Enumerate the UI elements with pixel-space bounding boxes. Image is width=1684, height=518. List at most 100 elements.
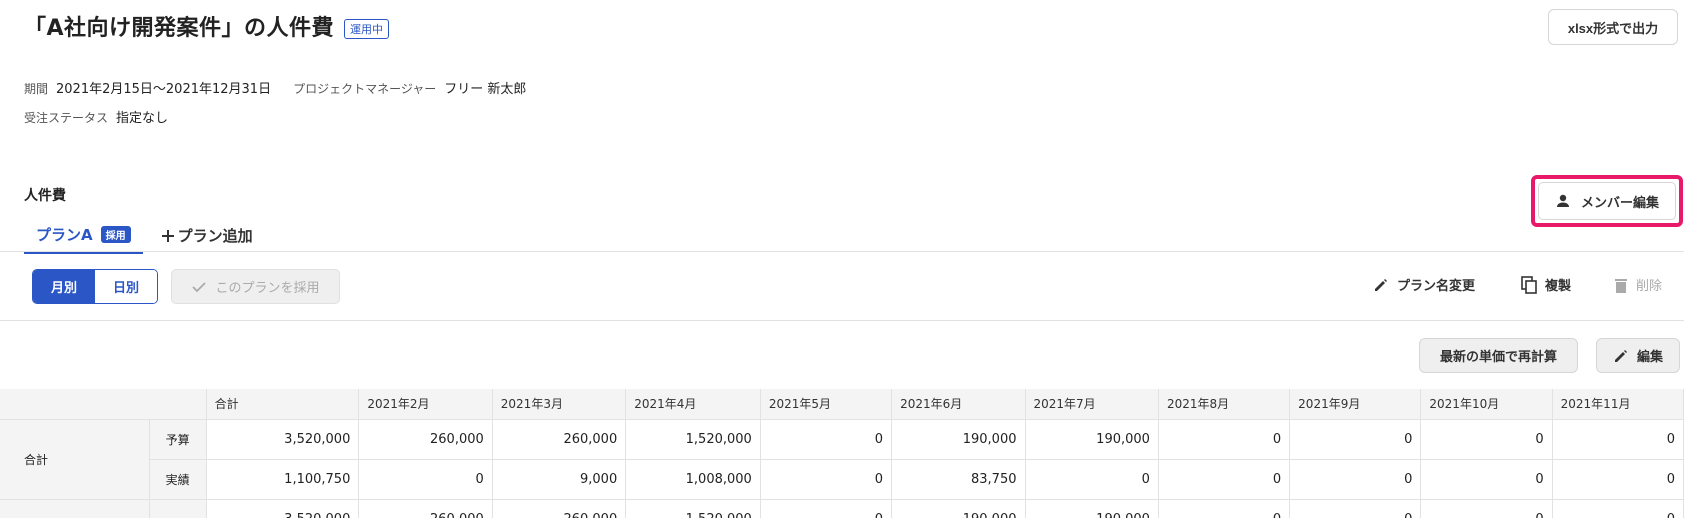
add-plan-label: プラン追加 xyxy=(177,227,253,245)
page-title: 「A社向け開発案件」の人件費 xyxy=(24,16,335,41)
table-row: 実績 1,100,750 0 9,000 1,008,000 0 83,750 … xyxy=(0,459,1684,500)
column-header: 2021年2月 xyxy=(358,389,493,420)
table-row: 合計 予算 3,520,000 260,000 260,000 1,520,00… xyxy=(0,419,1684,500)
table-cell: 1,520,000 xyxy=(625,499,761,518)
row-label xyxy=(149,499,207,518)
edit-button[interactable]: 編集 xyxy=(1596,338,1680,373)
edit-label: 編集 xyxy=(1636,349,1663,364)
table-cell: 9,000 xyxy=(492,459,627,500)
row-group-label xyxy=(0,499,150,518)
order-status-value: 指定なし xyxy=(116,111,169,126)
tab-add-plan[interactable]: プラン追加 xyxy=(161,221,253,254)
table-cell: 1,520,000 xyxy=(625,419,761,460)
table-cell: 3,520,000 xyxy=(206,499,360,518)
table-cell: 3,520,000 xyxy=(206,419,360,460)
table-row: 3,520,000 260,000 260,000 1,520,000 0 19… xyxy=(0,499,1684,518)
adopted-badge: 採用 xyxy=(100,226,131,243)
adopt-plan-button[interactable]: このプランを採用 xyxy=(171,269,340,304)
table-cell: 190,000 xyxy=(891,419,1026,460)
delete-label: 削除 xyxy=(1636,279,1663,294)
cost-table: 合計 2021年2月 2021年3月 2021年4月 2021年5月 2021年… xyxy=(0,389,1684,518)
pencil-icon xyxy=(1613,348,1629,364)
table-cell: 0 xyxy=(358,459,493,500)
table-cell: 83,750 xyxy=(891,459,1026,500)
table-cell: 260,000 xyxy=(492,499,627,518)
table-cell: 0 xyxy=(1289,499,1422,518)
tab-plan-a[interactable]: プランA 採用 xyxy=(24,220,143,254)
order-status-label: 受注ステータス xyxy=(24,111,109,125)
delete-button[interactable]: 削除 xyxy=(1614,275,1662,294)
view-toggle: 月別 日別 xyxy=(32,269,158,304)
copy-icon xyxy=(1521,275,1537,294)
plan-tabs: プランA 採用 プラン追加 xyxy=(24,220,253,254)
table-cell: 260,000 xyxy=(492,419,627,460)
row-group-label: 合計 xyxy=(0,419,150,500)
export-xlsx-button[interactable]: xlsx形式で出力 xyxy=(1548,9,1678,45)
table-cell: 1,008,000 xyxy=(625,459,761,500)
tabs-divider xyxy=(0,251,1684,252)
period-value: 2021年2月15日〜2021年12月31日 xyxy=(56,82,272,97)
member-edit-highlight: メンバー編集 xyxy=(1531,175,1683,227)
table-cell: 0 xyxy=(1552,459,1684,500)
table-cell: 0 xyxy=(760,499,893,518)
table-header-row: 合計 2021年2月 2021年3月 2021年4月 2021年5月 2021年… xyxy=(0,389,1684,420)
check-icon xyxy=(191,279,207,295)
rename-plan-button[interactable]: プラン名変更 xyxy=(1373,275,1475,294)
column-header: 2021年6月 xyxy=(891,389,1026,420)
person-icon xyxy=(1555,193,1571,209)
duplicate-label: 複製 xyxy=(1545,279,1572,294)
adopt-plan-label: このプランを採用 xyxy=(215,280,320,295)
table-cell: 0 xyxy=(760,459,893,500)
status-badge: 運用中 xyxy=(344,19,390,39)
member-edit-button[interactable]: メンバー編集 xyxy=(1538,182,1676,220)
table-cell: 0 xyxy=(1158,419,1291,460)
page-header: 「A社向け開発案件」の人件費 運用中 xyxy=(24,10,390,42)
table-cell: 0 xyxy=(1158,459,1291,500)
column-header: 2021年8月 xyxy=(1158,389,1291,420)
column-header: 2021年10月 xyxy=(1420,389,1553,420)
pm-value: フリー 新太郎 xyxy=(444,82,527,97)
table-cell: 0 xyxy=(1420,499,1553,518)
table-cell: 190,000 xyxy=(891,499,1026,518)
column-header: 2021年4月 xyxy=(625,389,761,420)
table-cell: 0 xyxy=(1025,459,1159,500)
column-header: 2021年11月 xyxy=(1552,389,1684,420)
member-edit-label: メンバー編集 xyxy=(1580,194,1659,210)
row-label: 予算 xyxy=(149,419,207,460)
table-cell: 1,100,750 xyxy=(206,459,360,500)
table-cell: 0 xyxy=(760,419,893,460)
project-meta-row-1: 期間 2021年2月15日〜2021年12月31日 プロジェクトマネージャー フ… xyxy=(24,78,540,97)
column-header: 2021年5月 xyxy=(760,389,893,420)
daily-toggle[interactable]: 日別 xyxy=(95,270,157,303)
plus-icon xyxy=(161,229,175,243)
section-title: 人件費 xyxy=(24,188,66,204)
table-cell: 0 xyxy=(1420,459,1553,500)
column-header: 2021年7月 xyxy=(1025,389,1159,420)
table-cell: 0 xyxy=(1552,499,1684,518)
project-meta-row-2: 受注ステータス 指定なし xyxy=(24,107,182,126)
trash-icon xyxy=(1614,277,1628,293)
table-cell: 260,000 xyxy=(358,419,493,460)
pencil-icon xyxy=(1373,277,1389,293)
table-cell: 190,000 xyxy=(1025,499,1159,518)
pm-label: プロジェクトマネージャー xyxy=(293,82,437,96)
rename-plan-label: プラン名変更 xyxy=(1397,279,1476,294)
table-cell: 0 xyxy=(1552,419,1684,460)
period-label: 期間 xyxy=(24,82,49,96)
table-cell: 260,000 xyxy=(358,499,493,518)
table-cell: 0 xyxy=(1289,459,1422,500)
table-cell: 0 xyxy=(1420,419,1553,460)
table-corner xyxy=(0,389,207,420)
tab-plan-a-label: プランA xyxy=(36,226,93,244)
column-header: 2021年3月 xyxy=(492,389,627,420)
monthly-toggle[interactable]: 月別 xyxy=(33,270,95,303)
table-cell: 0 xyxy=(1158,499,1291,518)
column-header: 合計 xyxy=(206,389,360,420)
column-header: 2021年9月 xyxy=(1289,389,1422,420)
table-cell: 0 xyxy=(1289,419,1422,460)
row-label: 実績 xyxy=(149,459,207,500)
toolbar-divider xyxy=(0,320,1684,321)
recalc-button[interactable]: 最新の単価で再計算 xyxy=(1419,338,1578,373)
table-cell: 190,000 xyxy=(1025,419,1159,460)
duplicate-button[interactable]: 複製 xyxy=(1521,275,1571,294)
